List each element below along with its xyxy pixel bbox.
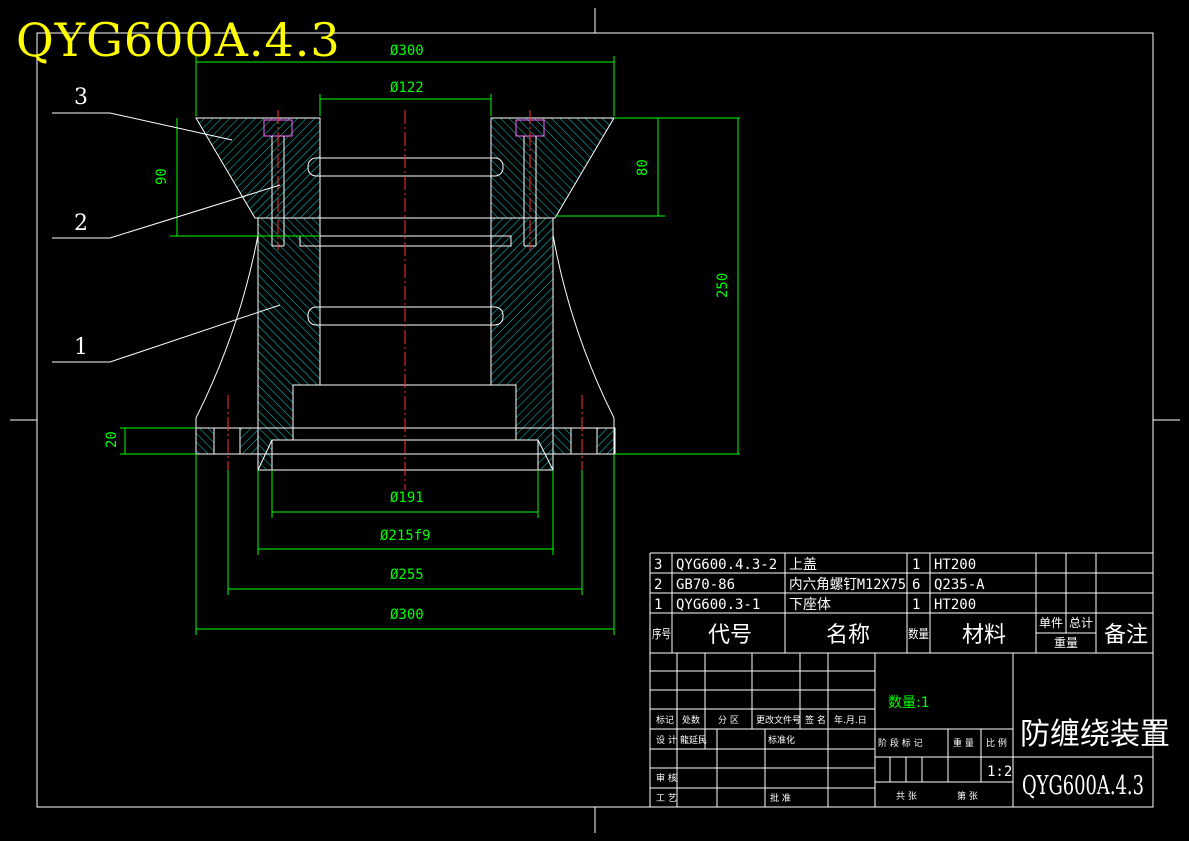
tb-quantity: 数量:1 bbox=[888, 695, 930, 711]
bom-row-1-no: 1 bbox=[654, 597, 662, 613]
tb-label-process: 工 艺 bbox=[656, 793, 677, 804]
bom-row-2-material: Q235-A bbox=[934, 577, 985, 593]
bom-header-code: 代号 bbox=[708, 623, 752, 648]
dim-h250: 250 bbox=[715, 273, 731, 298]
bom-header-material: 材料 bbox=[962, 623, 1006, 648]
bom-header-weight: 重量 bbox=[1054, 636, 1078, 650]
tb-label-review: 审 核 bbox=[656, 772, 677, 784]
dim-d191: Ø191 bbox=[390, 490, 424, 506]
bom-row-2-code: GB70-86 bbox=[676, 577, 735, 593]
tb-label-weight: 重 量 bbox=[953, 737, 974, 749]
tb-label-mark: 标记 bbox=[656, 714, 674, 726]
drawing-canvas: Ø300 Ø122 90 80 250 20 Ø191 Ø215f9 Ø255 … bbox=[10, 8, 1180, 833]
bom-header-remark: 备注 bbox=[1104, 623, 1148, 648]
bom-row-1-name: 下座体 bbox=[789, 597, 831, 613]
bom-header-name: 名称 bbox=[826, 623, 870, 648]
leader-label-3: 3 bbox=[74, 85, 88, 110]
leader-label-1: 1 bbox=[74, 335, 88, 360]
bom-header-qty: 数量 bbox=[908, 626, 929, 641]
bom-row-3-qty: 1 bbox=[912, 557, 920, 573]
tb-designer-name: 龍延民 bbox=[680, 734, 707, 746]
tb-label-stage-mark: 阶 段 标 记 bbox=[878, 737, 923, 749]
bom-row-3-name: 上盖 bbox=[789, 557, 817, 573]
dim-d300-top: Ø300 bbox=[390, 43, 424, 59]
tb-label-zone: 分 区 bbox=[718, 715, 739, 726]
tb-label-count: 处数 bbox=[682, 714, 700, 726]
bom-row-1-code: QYG600.3-1 bbox=[676, 597, 760, 613]
bom-header-unit-weight: 单件 bbox=[1039, 616, 1063, 630]
tb-label-change-doc: 更改文件号 bbox=[756, 714, 801, 726]
dim-d255: Ø255 bbox=[390, 567, 424, 583]
tb-label-approve: 批 准 bbox=[770, 792, 791, 804]
bom-row-3-code: QYG600.4.3-2 bbox=[676, 557, 777, 573]
bom-row-3-no: 3 bbox=[654, 557, 662, 573]
tb-label-standardize: 标准化 bbox=[768, 734, 795, 746]
dim-h20: 20 bbox=[104, 431, 120, 448]
tb-label-sheets-total: 共 张 bbox=[896, 791, 917, 802]
bom-row-1-material: HT200 bbox=[934, 597, 976, 613]
bom-row-3-material: HT200 bbox=[934, 557, 976, 573]
bom-row-2-no: 2 bbox=[654, 577, 662, 593]
dim-h80: 80 bbox=[635, 159, 651, 176]
leader-label-2: 2 bbox=[74, 211, 88, 236]
tb-label-date: 年.月.日 bbox=[834, 714, 867, 726]
dim-h90: 90 bbox=[154, 168, 170, 185]
tb-label-sheet-no: 第 张 bbox=[957, 790, 978, 802]
bom-header-total-weight: 总计 bbox=[1069, 616, 1093, 630]
bom-row-2-qty: 6 bbox=[912, 577, 920, 593]
tb-scale: 1:2 bbox=[987, 764, 1012, 780]
dim-d215f9: Ø215f9 bbox=[380, 528, 431, 544]
bom-row-1-qty: 1 bbox=[912, 597, 920, 613]
bom-header-no: 序号 bbox=[652, 626, 671, 641]
tb-label-design: 设 计 bbox=[656, 734, 677, 746]
dim-d300-bottom: Ø300 bbox=[390, 607, 424, 623]
dim-d122: Ø122 bbox=[390, 80, 424, 96]
tb-label-ratio: 比 例 bbox=[986, 737, 1007, 749]
bom-row-2-name: 内六角螺钉M12X75 bbox=[789, 577, 906, 593]
tb-drawing-number: QYG600A.4.3 bbox=[1022, 771, 1144, 801]
drawing-title: QYG600A.4.3 bbox=[16, 13, 341, 67]
tb-part-name: 防缠绕装置 bbox=[1020, 717, 1170, 752]
tb-label-sign: 签 名 bbox=[805, 714, 826, 726]
